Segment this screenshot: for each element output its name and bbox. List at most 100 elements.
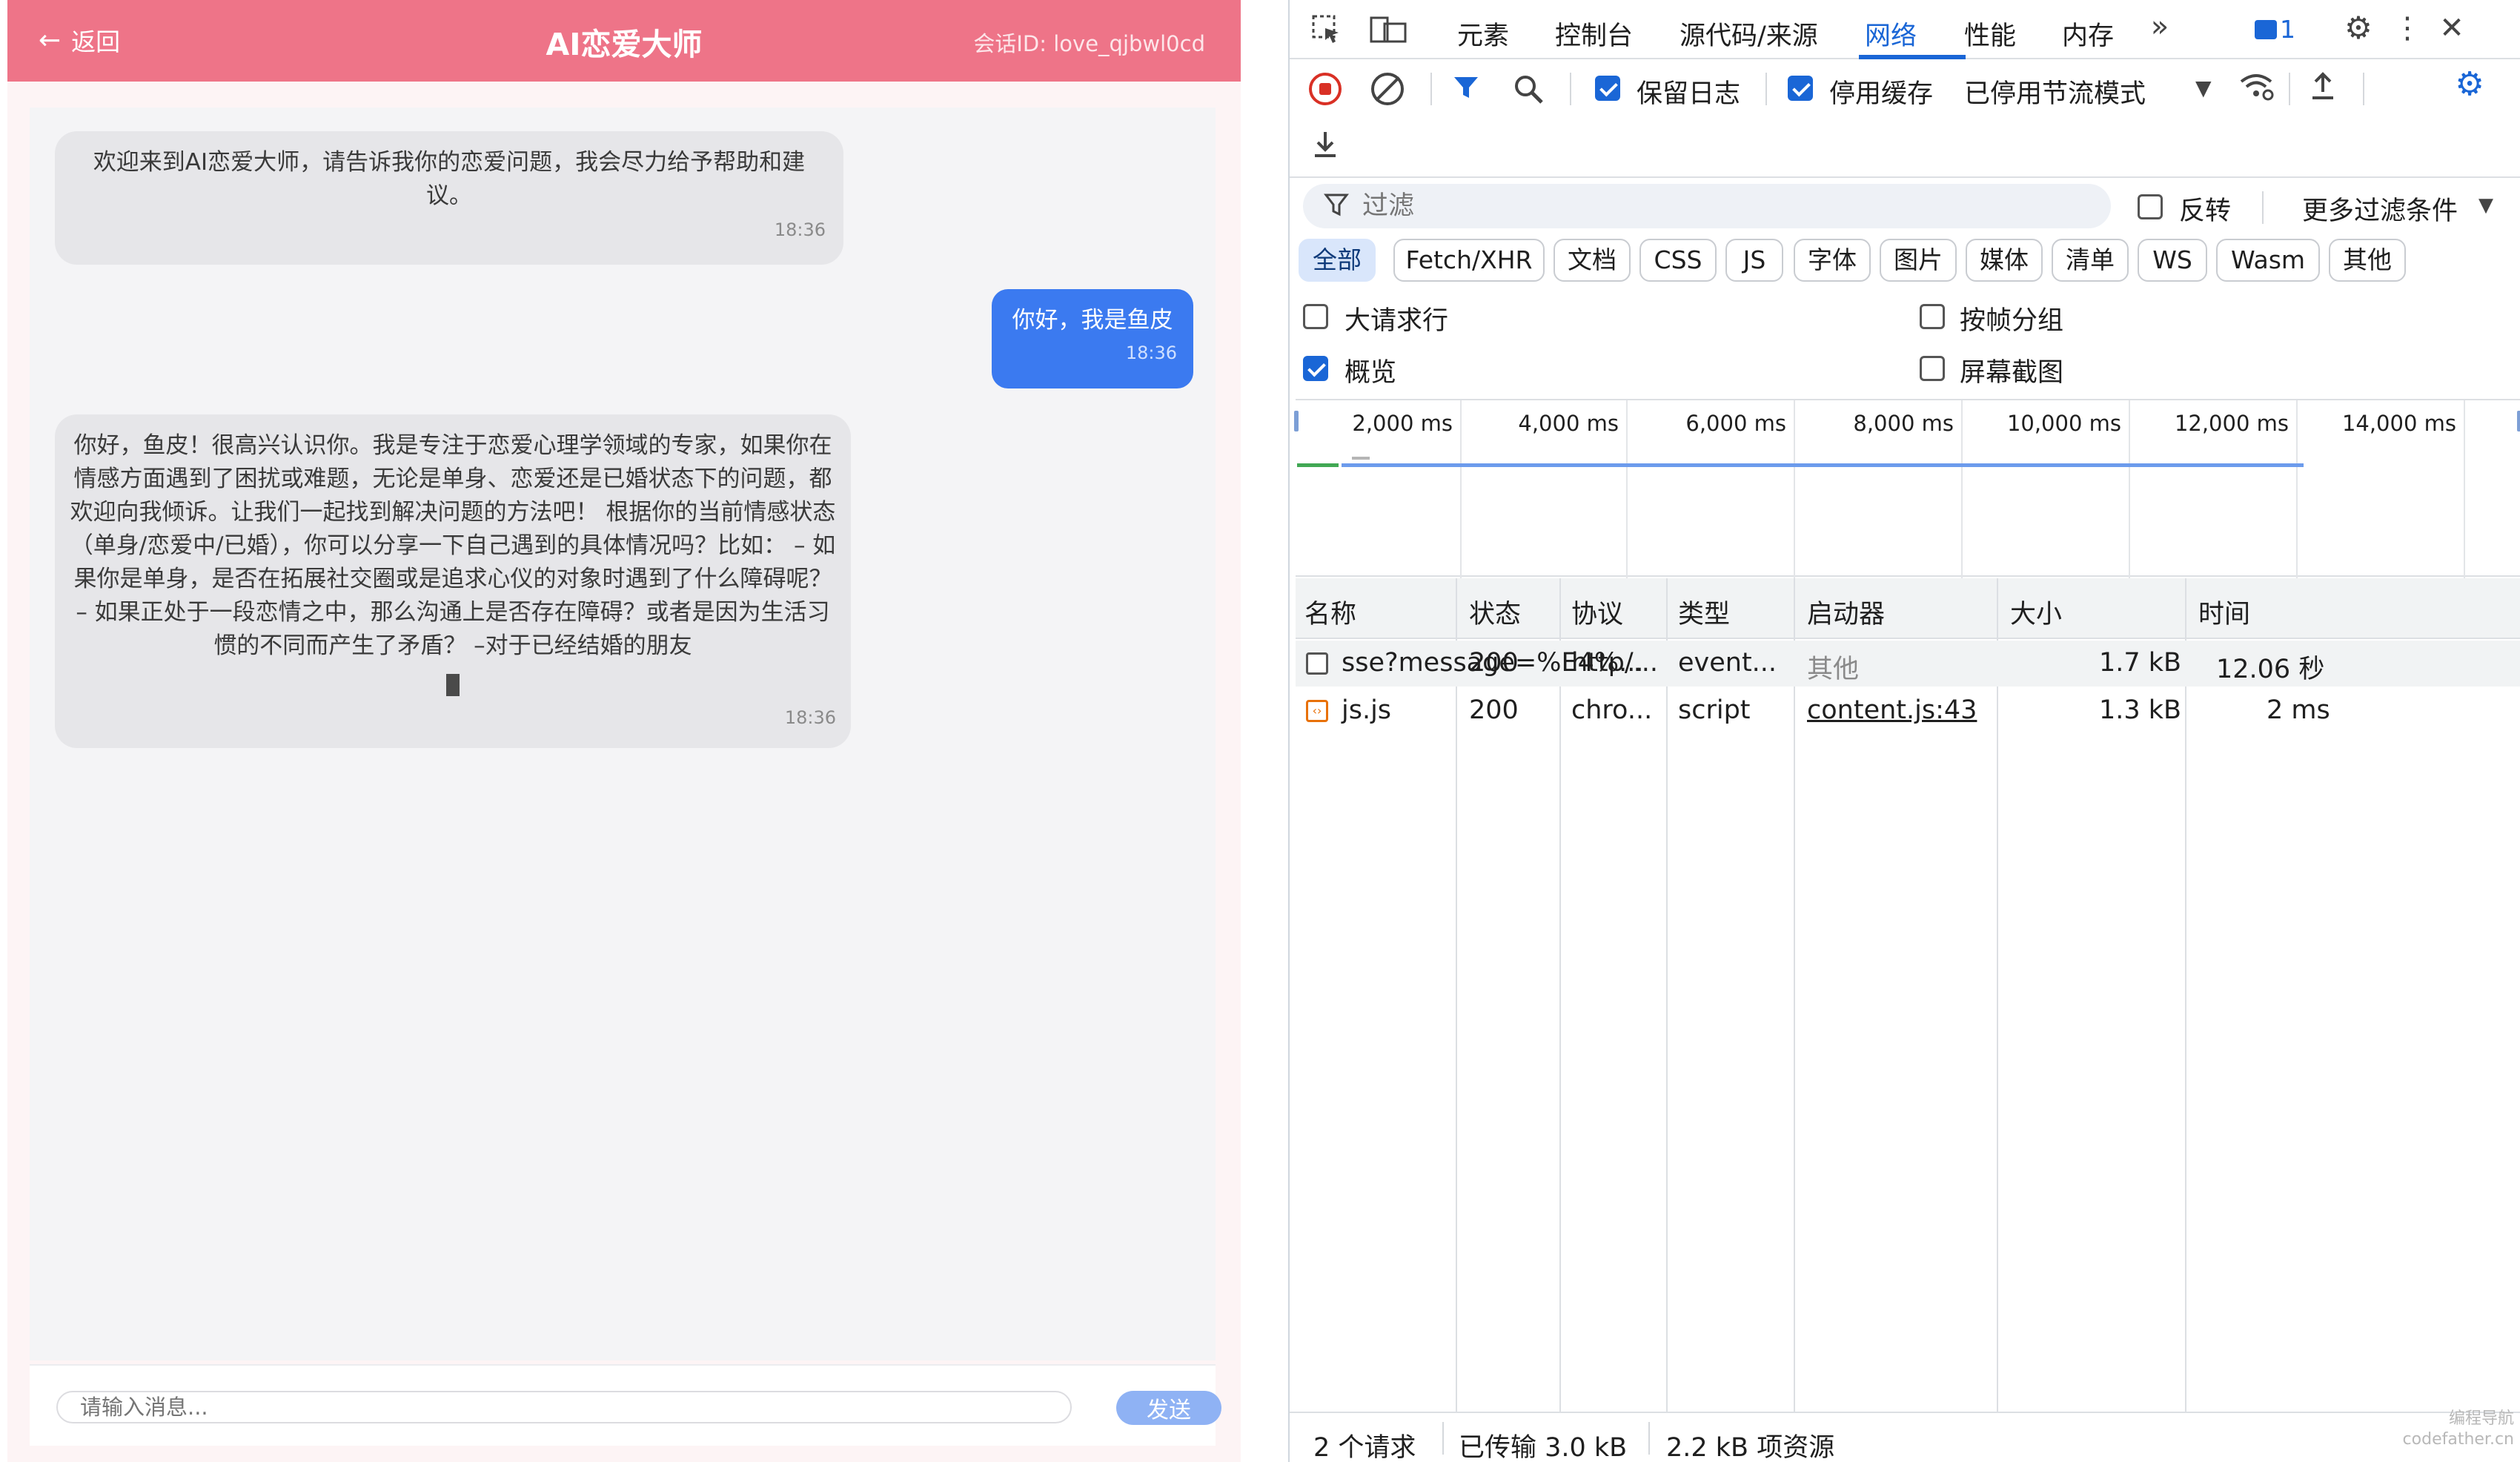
preserve-log-checkbox[interactable] [1595, 76, 1620, 101]
filter-funnel-icon[interactable] [1450, 73, 1482, 108]
request-count: 2 个请求 [1313, 1433, 1416, 1462]
send-button[interactable]: 发送 [1116, 1391, 1221, 1425]
settings-gear-icon[interactable]: ⚙ [2342, 13, 2375, 44]
more-tabs-icon[interactable]: » [2143, 12, 2176, 42]
app-header: ← 返回 AI恋爱大师 会话ID: love_qjbwl0cd [7, 0, 1241, 82]
request-initiator-link[interactable]: content.js:43 [1807, 695, 1977, 725]
request-status: 200 [1469, 648, 1519, 678]
timeline-handle-right[interactable] [2517, 411, 2520, 431]
invert-checkbox[interactable] [2138, 194, 2163, 219]
table-row[interactable]: sse?message=%E4%... 200 http/... event..… [1296, 641, 2520, 687]
chip-all[interactable]: 全部 [1299, 239, 1376, 282]
throttle-select[interactable]: 已停用节流模式 ▼ [1964, 73, 2231, 109]
filter-row: 反转 更多过滤条件 ▼ [1290, 179, 2520, 234]
column-header-size[interactable]: 大小 [2010, 593, 2062, 631]
issues-badge[interactable]: 1 [2255, 15, 2295, 44]
timeline-gridline [2129, 400, 2130, 578]
timeline-tick-label: 4,000 ms [1518, 411, 1619, 436]
chip-doc[interactable]: 文档 [1554, 239, 1631, 282]
chip-ws[interactable]: WS [2138, 239, 2207, 282]
request-size: 1.7 kB [2099, 648, 2182, 678]
more-options-icon[interactable]: ⋮ [2393, 13, 2422, 43]
timeline-handle-left[interactable] [1294, 411, 1299, 431]
throttle-value: 已停用节流模式 [1964, 79, 2146, 109]
invert-label: 反转 [2179, 196, 2232, 226]
record-stop-icon[interactable] [1309, 73, 1342, 105]
column-header-name[interactable]: 名称 [1304, 593, 1356, 631]
device-toolbar-icon[interactable] [1370, 13, 1407, 51]
column-header-type[interactable]: 类型 [1678, 593, 1730, 631]
column-header-protocol[interactable]: 协议 [1571, 593, 1623, 631]
message-input[interactable] [56, 1391, 1072, 1423]
table-header: 名称 状态 协议 类型 启动器 大小 时间 [1296, 578, 2520, 639]
clear-icon[interactable] [1371, 73, 1404, 105]
filter-icon [1323, 191, 1350, 225]
request-type: event... [1678, 648, 1777, 678]
request-bar-tick [1352, 457, 1370, 460]
message-time: 18:36 [774, 219, 826, 240]
transferred-size: 已传输 3.0 kB [1459, 1433, 1628, 1462]
row-select-checkbox[interactable] [1306, 652, 1328, 675]
chip-font[interactable]: 字体 [1794, 239, 1871, 282]
group-by-frame-checkbox[interactable] [1920, 304, 1945, 329]
big-rows-label: 大请求行 [1344, 306, 1449, 336]
request-protocol: chro... [1571, 695, 1653, 725]
request-time: 12.06 秒 [2216, 655, 2325, 684]
toolbar-divider [2289, 73, 2290, 105]
timeline-tick-label: 10,000 ms [2006, 411, 2121, 436]
timeline-gridline [2464, 400, 2465, 578]
request-size: 1.3 kB [2099, 695, 2182, 725]
inspect-element-icon[interactable] [1310, 13, 1343, 51]
overview-label: 概览 [1344, 358, 1397, 388]
tab-memory[interactable]: 内存 [2062, 15, 2114, 53]
tab-performance[interactable]: 性能 [1964, 15, 2016, 53]
tab-console[interactable]: 控制台 [1555, 15, 1633, 53]
message-text-content: 你好，鱼皮！很高兴认识你。我是专注于恋爱心理学领域的专家，如果你在情感方面遇到了… [70, 432, 836, 659]
overview-checkbox[interactable] [1303, 356, 1328, 381]
chat-message-list[interactable]: 欢迎来到AI恋爱大师，请告诉我你的恋爱问题，我会尽力给予帮助和建议。 18:36… [30, 108, 1216, 1360]
bot-message: 欢迎来到AI恋爱大师，请告诉我你的恋爱问题，我会尽力给予帮助和建议。 18:36 [55, 131, 843, 265]
column-header-initiator[interactable]: 启动器 [1807, 593, 1885, 631]
big-rows-checkbox[interactable] [1303, 304, 1328, 329]
network-overview-timeline[interactable]: 2,000 ms 4,000 ms 6,000 ms 8,000 ms 10,0… [1294, 399, 2520, 578]
search-icon[interactable] [1512, 73, 1545, 110]
screenshots-label: 屏幕截图 [1960, 358, 2064, 388]
tab-sources[interactable]: 源代码/来源 [1680, 15, 1818, 53]
table-row[interactable]: ‹› js.js 200 chro... script content.js:4… [1296, 688, 2520, 734]
more-filters-dropdown[interactable]: 更多过滤条件 ▼ [2302, 190, 2517, 226]
chip-manifest[interactable]: 清单 [2052, 239, 2129, 282]
chip-media[interactable]: 媒体 [1966, 239, 2043, 282]
tab-network[interactable]: 网络 [1865, 15, 1917, 53]
screenshots-checkbox[interactable] [1920, 356, 1945, 381]
export-har-icon[interactable] [1309, 128, 1342, 165]
request-time: 2 ms [2267, 695, 2330, 725]
filter-input[interactable] [1362, 188, 2029, 224]
tab-elements[interactable]: 元素 [1457, 15, 1509, 53]
chip-js[interactable]: JS [1725, 239, 1783, 282]
request-initiator: 其他 [1807, 655, 1860, 684]
network-status-bar: 2 个请求 已传输 3.0 kB 2.2 kB 项资源 [1290, 1412, 2520, 1462]
watermark: 编程导航 codefather.cn [2403, 1409, 2514, 1450]
filter-box [1303, 184, 2111, 228]
chip-img[interactable]: 图片 [1880, 239, 1957, 282]
status-divider [1648, 1422, 1650, 1455]
network-conditions-icon[interactable] [2238, 70, 2275, 108]
toolbar-divider [1570, 73, 1571, 105]
chat-app: ← 返回 AI恋爱大师 会话ID: love_qjbwl0cd 欢迎来到AI恋爱… [0, 0, 1282, 1462]
chip-wasm[interactable]: Wasm [2216, 239, 2320, 282]
more-filters-label: 更多过滤条件 [2302, 196, 2458, 226]
close-icon[interactable]: ✕ [2437, 13, 2467, 43]
session-id: 会话ID: love_qjbwl0cd [973, 31, 1205, 56]
disable-cache-checkbox[interactable] [1788, 76, 1813, 101]
toolbar-divider [1765, 73, 1767, 105]
chip-other[interactable]: 其他 [2329, 239, 2406, 282]
column-header-status[interactable]: 状态 [1469, 593, 1521, 631]
import-har-icon[interactable] [2307, 70, 2339, 108]
message-text: 你好，鱼皮！很高兴认识你。我是专注于恋爱心理学领域的专家，如果你在情感方面遇到了… [70, 429, 836, 701]
chip-fetch-xhr[interactable]: Fetch/XHR [1393, 239, 1545, 282]
network-settings-gear-icon[interactable]: ⚙ [2452, 68, 2487, 101]
column-header-time[interactable]: 时间 [2198, 593, 2250, 631]
timeline-gridline [2296, 400, 2298, 578]
chip-css[interactable]: CSS [1639, 239, 1717, 282]
dropdown-caret-icon: ▼ [2478, 194, 2493, 216]
